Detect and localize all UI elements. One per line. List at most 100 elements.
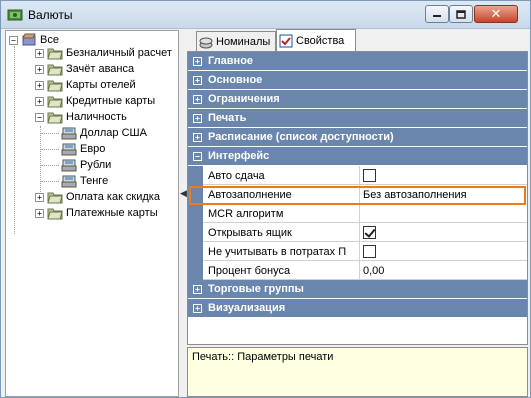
- coins-icon: [199, 37, 213, 48]
- tree-node[interactable]: + Платежные карты: [35, 205, 158, 221]
- tree-leaf[interactable]: Евро: [61, 141, 105, 157]
- category-label: Торговые группы: [208, 283, 304, 295]
- tree-node-cash[interactable]: − Наличность: [35, 109, 127, 125]
- expand-icon[interactable]: +: [193, 75, 202, 85]
- tree-label: Оплата как скидка: [66, 191, 160, 203]
- cash-register-icon: [61, 175, 77, 188]
- tree-leaf[interactable]: Рубли: [61, 157, 111, 173]
- tree-node[interactable]: + Безналичный расчет: [35, 45, 172, 61]
- property-row[interactable]: Процент бонуса 0,00: [188, 261, 527, 280]
- collapse-icon[interactable]: −: [9, 35, 18, 45]
- expand-icon[interactable]: +: [193, 132, 202, 142]
- tree-label: Рубли: [80, 159, 112, 171]
- row-gutter: [188, 223, 203, 242]
- tree-node[interactable]: + Зачёт аванса: [35, 61, 134, 77]
- currency-window: Валюты ✕ − Все + Безналичный расчет + За…: [0, 0, 531, 398]
- property-grid: + Главное + Основное + Ограничения + Печ…: [187, 51, 528, 345]
- tree-line: [41, 149, 59, 150]
- category-label: Основное: [208, 74, 263, 86]
- window-title: Валюты: [28, 8, 73, 22]
- cash-register-icon: [61, 143, 77, 156]
- category-basic[interactable]: + Основное: [188, 71, 527, 90]
- row-gutter: [188, 261, 203, 280]
- currency-tree[interactable]: − Все + Безналичный расчет + Зачёт аванс…: [5, 30, 179, 397]
- close-button[interactable]: ✕: [474, 5, 518, 23]
- row-gutter: [188, 185, 203, 204]
- tree-node[interactable]: + Оплата как скидка: [35, 189, 160, 205]
- tree-node[interactable]: + Кредитные карты: [35, 93, 155, 109]
- cash-register-icon: [61, 159, 77, 172]
- property-row[interactable]: Открывать ящик: [188, 223, 527, 242]
- collapse-left-icon[interactable]: ◀: [180, 188, 187, 199]
- expand-icon[interactable]: +: [193, 94, 202, 104]
- tree-line: [40, 126, 41, 198]
- folder-open-icon: [47, 112, 63, 124]
- expand-icon[interactable]: +: [35, 192, 44, 202]
- close-icon: ✕: [490, 6, 502, 22]
- open-drawer-checkbox[interactable]: [363, 226, 376, 239]
- property-row[interactable]: Не учитывать в потратах П: [188, 242, 527, 261]
- property-row[interactable]: Автозаполнение Без автозаполнения: [188, 185, 527, 204]
- category-trade-groups[interactable]: + Торговые группы: [188, 280, 527, 299]
- maximize-icon: [456, 9, 466, 19]
- splitter[interactable]: ◀: [179, 30, 187, 397]
- property-row[interactable]: Авто сдача: [188, 166, 527, 185]
- row-gutter: [188, 242, 203, 261]
- expand-icon[interactable]: +: [35, 96, 44, 106]
- cash-register-icon: [61, 127, 77, 140]
- folder-icon: [47, 192, 63, 204]
- title-bar: Валюты ✕: [1, 1, 530, 29]
- tree-label: Наличность: [66, 111, 127, 123]
- property-name: Процент бонуса: [204, 261, 360, 280]
- expand-icon[interactable]: +: [193, 56, 202, 66]
- category-main[interactable]: + Главное: [188, 52, 527, 71]
- mcr-value[interactable]: [361, 204, 526, 223]
- auto-change-checkbox[interactable]: [363, 169, 376, 182]
- category-label: Визуализация: [208, 302, 286, 314]
- tree-label: Зачёт аванса: [66, 63, 135, 75]
- bonus-percent-value[interactable]: 0,00: [361, 261, 526, 280]
- expand-icon[interactable]: +: [35, 208, 44, 218]
- tab-properties[interactable]: Свойства: [276, 29, 356, 51]
- exclude-checkbox[interactable]: [363, 245, 376, 258]
- tree-label: Тенге: [80, 175, 109, 187]
- expand-icon[interactable]: +: [35, 48, 44, 58]
- expand-icon[interactable]: +: [193, 303, 202, 313]
- expand-icon[interactable]: +: [193, 284, 202, 294]
- property-row[interactable]: MCR алгоритм: [188, 204, 527, 223]
- expand-icon[interactable]: +: [193, 113, 202, 123]
- property-name: Открывать ящик: [204, 223, 360, 242]
- category-schedule[interactable]: + Расписание (список доступности): [188, 128, 527, 147]
- tab-label: Свойства: [296, 34, 345, 47]
- category-print[interactable]: + Печать: [188, 109, 527, 128]
- minimize-icon: [433, 15, 441, 17]
- folder-icon: [47, 96, 63, 108]
- property-name: Не учитывать в потратах П: [204, 242, 360, 261]
- maximize-button[interactable]: [449, 5, 473, 23]
- collapse-icon[interactable]: −: [35, 112, 44, 122]
- tree-label: Евро: [80, 143, 106, 155]
- minimize-button[interactable]: [425, 5, 449, 23]
- category-interface[interactable]: − Интерфейс: [188, 147, 527, 166]
- tree-line: [14, 46, 15, 234]
- category-label: Интерфейс: [208, 150, 270, 162]
- tree-leaf[interactable]: Доллар США: [61, 125, 147, 141]
- category-visualization[interactable]: + Визуализация: [188, 299, 527, 318]
- description-text: Печать:: Параметры печати: [192, 351, 334, 363]
- expand-icon[interactable]: +: [35, 80, 44, 90]
- category-label: Печать: [208, 112, 247, 124]
- property-name: Авто сдача: [204, 166, 360, 185]
- category-limits[interactable]: + Ограничения: [188, 90, 527, 109]
- tree-leaf[interactable]: Тенге: [61, 173, 108, 189]
- tab-denominations[interactable]: Номиналы: [196, 31, 276, 51]
- description-panel: Печать:: Параметры печати: [187, 347, 528, 397]
- tree-node[interactable]: + Карты отелей: [35, 77, 136, 93]
- expand-icon[interactable]: +: [35, 64, 44, 74]
- properties-icon: [279, 34, 293, 47]
- folder-icon: [47, 80, 63, 92]
- collapse-icon[interactable]: −: [193, 151, 202, 161]
- property-name: MCR алгоритм: [204, 204, 360, 223]
- tree-label: Безналичный расчет: [66, 47, 172, 59]
- tree-label: Доллар США: [80, 127, 147, 139]
- autofill-value[interactable]: Без автозаполнения: [361, 185, 526, 204]
